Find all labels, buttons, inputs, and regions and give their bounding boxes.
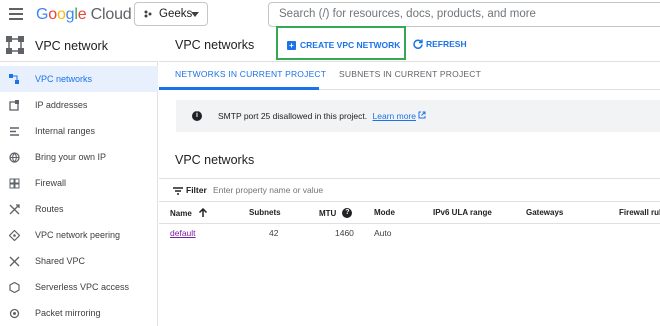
peering-icon (8, 229, 20, 241)
sidebar-item-label: Bring your own IP (35, 152, 107, 162)
sidebar-item-label: Serverless VPC access (35, 282, 130, 292)
sidebar-item-routes[interactable]: Routes (0, 196, 158, 222)
project-icon (144, 10, 152, 18)
sidebar-item-packet-mirroring[interactable]: Packet mirroring (0, 300, 158, 326)
sidebar-title: VPC network (35, 39, 108, 53)
ip-address-icon (8, 99, 20, 111)
sidebar-item-bring-your-own-ip[interactable]: Bring your own IP (0, 144, 158, 170)
google-cloud-logo[interactable]: Google Cloud (36, 6, 132, 24)
column-header-mtu: MTU ? (319, 208, 353, 218)
external-link-icon (418, 111, 426, 119)
firewall-icon (8, 177, 20, 189)
sidebar-item-label: Firewall (35, 178, 67, 188)
create-button-label: CREATE VPC NETWORK (300, 40, 401, 50)
filter-input[interactable] (213, 185, 413, 195)
packet-mirroring-icon (8, 307, 20, 319)
info-icon: i (192, 111, 202, 121)
filter-bar: Filter (159, 178, 660, 202)
banner-message: SMTP port 25 disallowed in this project.… (218, 111, 426, 121)
main-header: VPC networks + CREATE VPC NETWORK REFRES… (159, 26, 660, 62)
vpc-network-icon (6, 36, 24, 54)
internal-ranges-icon (8, 125, 20, 137)
hamburger-menu-icon[interactable] (9, 8, 23, 20)
refresh-button-label: REFRESH (426, 39, 467, 49)
sidebar-header: VPC network (0, 30, 158, 62)
filter-label: Filter (186, 185, 207, 195)
filter-icon[interactable] (173, 187, 183, 195)
sidebar-item-serverless-vpc-access[interactable]: Serverless VPC access (0, 274, 158, 300)
cell-mode: Auto (374, 228, 392, 238)
column-header-subnets: Subnets (249, 208, 281, 217)
sidebar-item-internal-ranges[interactable]: Internal ranges (0, 118, 158, 144)
sidebar-item-label: IP addresses (35, 100, 88, 110)
add-box-icon: + (287, 40, 296, 50)
active-tab-indicator (159, 87, 319, 90)
sidebar-item-label: Shared VPC (35, 256, 86, 266)
serverless-icon (8, 281, 20, 293)
sidebar-item-ip-addresses[interactable]: IP addresses (0, 92, 158, 118)
column-header-firewall-rules: Firewall rul (619, 208, 660, 217)
sidebar-item-vpc-networks[interactable]: VPC networks (0, 66, 158, 92)
sidebar-item-label: Packet mirroring (35, 308, 101, 318)
help-icon[interactable]: ? (342, 208, 353, 218)
network-grid-icon (8, 73, 20, 85)
sidebar-item-label: VPC network peering (35, 230, 121, 240)
column-header-mode: Mode (374, 208, 395, 217)
tab-networks-in-current-project[interactable]: NETWORKS IN CURRENT PROJECT (175, 69, 326, 79)
learn-more-link[interactable]: Learn more (373, 111, 416, 121)
table-row: default 42 1460 Auto (159, 224, 660, 244)
sidebar-item-vpc-network-peering[interactable]: VPC network peering (0, 222, 158, 248)
refresh-button[interactable]: REFRESH (413, 39, 467, 49)
cell-mtu: 1460 (335, 228, 354, 238)
tab-subnets-in-current-project[interactable]: SUBNETS IN CURRENT PROJECT (339, 69, 481, 79)
refresh-icon (413, 39, 423, 49)
column-header-ipv6-ula-range: IPv6 ULA range (433, 208, 492, 217)
project-selector[interactable]: Geeks (134, 2, 208, 26)
sidebar-item-shared-vpc[interactable]: Shared VPC (0, 248, 158, 274)
sidebar-item-label: Routes (35, 204, 64, 214)
sidebar: VPC networks IP addresses Internal range… (0, 62, 158, 326)
page-title: VPC networks (175, 38, 255, 52)
sidebar-item-label: Internal ranges (35, 126, 96, 136)
tab-bar: NETWORKS IN CURRENT PROJECT SUBNETS IN C… (159, 62, 660, 90)
sidebar-item-label: VPC networks (35, 74, 93, 84)
column-header-gateways: Gateways (526, 208, 564, 217)
search-input[interactable]: Search (/) for resources, docs, products… (268, 2, 660, 27)
project-name: Geeks (159, 8, 193, 20)
cell-subnets: 42 (269, 228, 279, 238)
chevron-down-icon (191, 12, 199, 17)
column-header-name[interactable]: Name (170, 208, 208, 218)
sidebar-item-firewall[interactable]: Firewall (0, 170, 158, 196)
network-name-link[interactable]: default (170, 228, 196, 238)
sort-ascending-icon[interactable] (198, 208, 208, 218)
routes-icon (8, 203, 20, 215)
info-banner: i SMTP port 25 disallowed in this projec… (176, 100, 660, 132)
create-vpc-network-button[interactable]: + CREATE VPC NETWORK (287, 40, 400, 50)
shared-vpc-icon (8, 255, 20, 267)
globe-icon (8, 151, 20, 163)
section-title: VPC networks (175, 153, 255, 167)
table-header: Name Subnets MTU ? Mode IPv6 ULA range G… (159, 202, 660, 224)
